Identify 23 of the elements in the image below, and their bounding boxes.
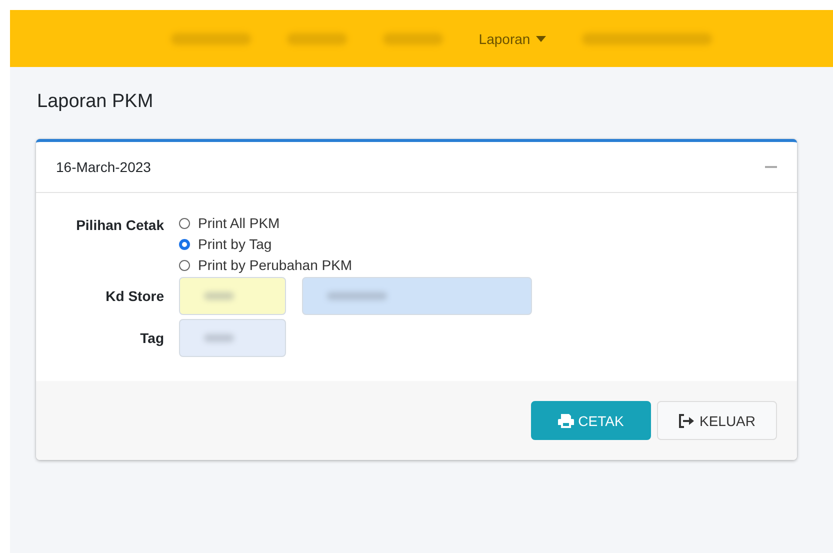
page-title: Laporan PKM [37,91,154,113]
radio-option[interactable]: Print All PKM [179,215,777,231]
caret-icon [536,36,546,42]
nav-menu-item[interactable]: Laporan [478,30,546,46]
field-label: Tag [139,330,164,346]
radio-option[interactable]: Print by Perubahan PKM [179,257,777,273]
card-date: 16-March-2023 [56,159,151,175]
blurred-menu-item[interactable] [382,32,443,44]
input-field[interactable] [179,319,286,357]
radio-button[interactable] [179,238,190,250]
sign-out-icon [678,414,696,428]
blurred-menu-item[interactable] [170,32,251,44]
blurred-menu-item[interactable] [582,32,712,44]
radio-button[interactable] [179,218,190,228]
field-label: Pilihan Cetak [75,216,164,233]
printer-icon [558,414,574,428]
radio-button[interactable] [179,260,190,270]
field-label: Kd Store [104,288,164,304]
blurred-menu-item[interactable] [286,32,347,44]
exit-button[interactable]: KELUAR [657,401,777,440]
input-field[interactable] [179,277,286,315]
input-field[interactable] [302,277,532,315]
radio-option[interactable]: Print by Tag [179,236,777,252]
